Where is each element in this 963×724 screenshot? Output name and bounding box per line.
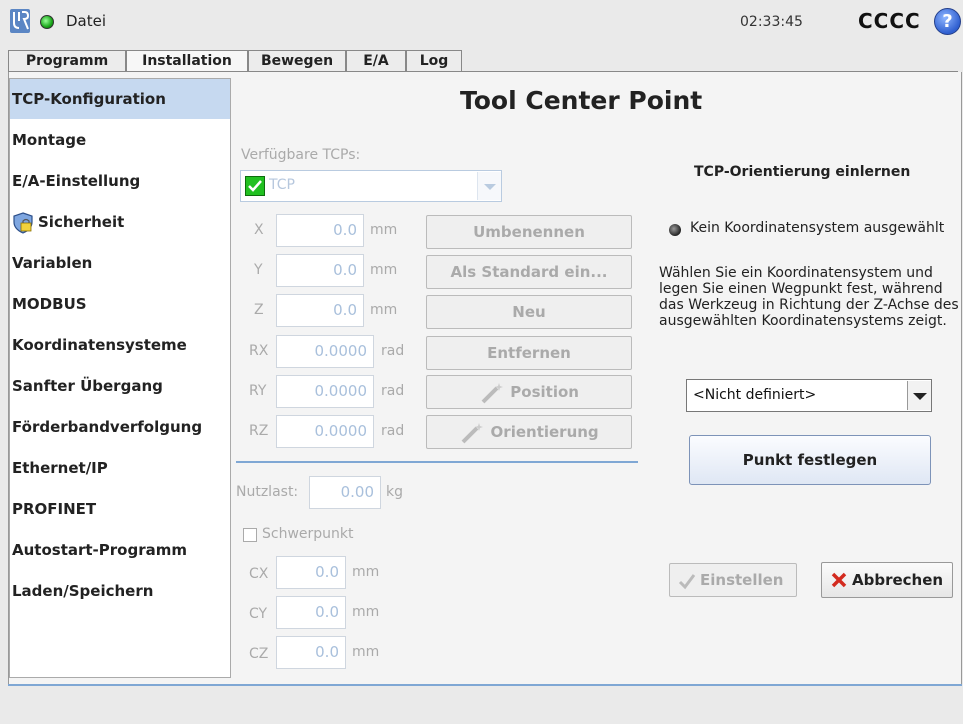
payload-label: Nutzlast: <box>236 484 299 500</box>
x-label: X <box>254 222 264 238</box>
y-label: Y <box>254 262 263 278</box>
cancel-button[interactable]: Abbrechen <box>821 562 953 598</box>
sidebar-item-io-setup[interactable]: E/A-Einstellung <box>10 161 230 201</box>
sidebar-item-label: Sicherheit <box>38 213 125 231</box>
rx-field[interactable]: 0.0000 <box>276 335 374 368</box>
file-menu[interactable]: Datei <box>66 12 106 30</box>
sidebar-item-tcp-configuration[interactable]: TCP-Konfiguration <box>10 79 230 119</box>
sidebar-item-variables[interactable]: Variablen <box>10 243 230 283</box>
cz-label: CZ <box>249 646 269 662</box>
center-of-gravity-checkbox[interactable] <box>243 528 257 542</box>
position-wizard-button[interactable]: Position <box>426 375 632 409</box>
status-indicator-icon <box>669 224 681 236</box>
instruction-text: Wählen Sie ein Koordinatensystem und leg… <box>659 265 959 329</box>
cy-label: CY <box>249 606 268 622</box>
rz-field[interactable]: 0.0000 <box>276 415 374 448</box>
cancel-label: Abbrechen <box>852 571 944 589</box>
sidebar-item-conveyor-tracking[interactable]: Förderbandverfolgung <box>10 407 230 447</box>
set-point-button[interactable]: Punkt festlegen <box>689 435 931 485</box>
tab-bewegen[interactable]: Bewegen <box>248 50 346 72</box>
rx-unit: rad <box>381 343 405 359</box>
robot-status-indicator[interactable] <box>40 15 54 29</box>
available-tcps-label: Verfügbare TCPs: <box>241 147 361 163</box>
payload-unit: kg <box>386 484 403 500</box>
checkmark-icon <box>678 574 696 590</box>
y-field[interactable]: 0.0 <box>276 254 364 287</box>
cx-unit: mm <box>352 564 380 580</box>
magic-wand-icon <box>481 382 504 403</box>
close-icon <box>831 572 847 588</box>
rx-label: RX <box>249 343 269 359</box>
cx-label: CX <box>249 566 269 582</box>
frame-status-text: Kein Koordinatensystem ausgewählt <box>690 220 945 236</box>
sidebar-item-features[interactable]: Koordinatensysteme <box>10 325 230 365</box>
rename-button[interactable]: Umbenennen <box>426 215 632 249</box>
z-field[interactable]: 0.0 <box>276 294 364 327</box>
payload-field[interactable]: 0.00 <box>309 476 381 509</box>
robot-name: CCCC <box>858 9 921 33</box>
cy-unit: mm <box>352 604 380 620</box>
y-unit: mm <box>370 262 398 278</box>
apply-button[interactable]: Einstellen <box>669 563 797 597</box>
remove-button[interactable]: Entfernen <box>426 336 632 370</box>
orientation-label: Orientierung <box>490 423 599 441</box>
feature-select[interactable]: <Nicht definiert> <box>686 379 932 412</box>
cx-field[interactable]: 0.0 <box>276 556 346 589</box>
new-button[interactable]: Neu <box>426 295 632 329</box>
sidebar-item-modbus[interactable]: MODBUS <box>10 284 230 324</box>
ur-logo-icon <box>10 9 30 33</box>
rz-label: RZ <box>249 423 269 439</box>
top-bar: Datei 02:33:45 CCCC ? <box>0 0 963 44</box>
center-of-gravity-label: Schwerpunkt <box>262 526 354 542</box>
section-divider <box>236 461 638 463</box>
sidebar-item-profinet[interactable]: PROFINET <box>10 489 230 529</box>
chevron-down-icon[interactable] <box>477 172 501 200</box>
cy-field[interactable]: 0.0 <box>276 596 346 629</box>
clock: 02:33:45 <box>740 14 803 30</box>
installation-sidebar: TCP-Konfiguration Montage E/A-Einstellun… <box>9 78 231 678</box>
orientation-wizard-button[interactable]: Orientierung <box>426 415 632 449</box>
checkmark-icon <box>245 176 265 196</box>
sidebar-item-ethernet-ip[interactable]: Ethernet/IP <box>10 448 230 488</box>
tab-log[interactable]: Log <box>406 50 462 72</box>
teach-orientation-heading: TCP-Orientierung einlernen <box>694 164 911 180</box>
position-label: Position <box>510 383 579 401</box>
ry-field[interactable]: 0.0000 <box>276 375 374 408</box>
feature-select-value: <Nicht definiert> <box>693 387 817 403</box>
tab-installation[interactable]: Installation <box>126 50 248 73</box>
sidebar-item-autostart[interactable]: Autostart-Programm <box>10 530 230 570</box>
x-field[interactable]: 0.0 <box>276 214 364 247</box>
panel-bottom-border <box>8 684 962 686</box>
tcp-select[interactable]: TCP <box>240 170 502 202</box>
safety-shield-icon <box>13 211 33 234</box>
page-title: Tool Center Point <box>460 86 703 115</box>
x-unit: mm <box>370 222 398 238</box>
sidebar-item-load-save[interactable]: Laden/Speichern <box>10 571 230 611</box>
z-unit: mm <box>370 302 398 318</box>
rz-unit: rad <box>381 423 405 439</box>
tcp-select-value: TCP <box>269 177 295 193</box>
help-button[interactable]: ? <box>934 8 961 35</box>
chevron-down-icon[interactable] <box>907 381 931 410</box>
z-label: Z <box>254 302 264 318</box>
ry-label: RY <box>249 383 267 399</box>
apply-label: Einstellen <box>700 571 784 589</box>
sidebar-item-mounting[interactable]: Montage <box>10 120 230 160</box>
tab-programm[interactable]: Programm <box>8 50 126 72</box>
magic-wand-icon <box>461 422 484 443</box>
tab-divider <box>8 71 958 72</box>
set-default-button[interactable]: Als Standard ein... <box>426 255 632 289</box>
sidebar-item-safety[interactable]: Sicherheit <box>10 202 230 242</box>
cz-field[interactable]: 0.0 <box>276 636 346 669</box>
sidebar-item-smooth-transition[interactable]: Sanfter Übergang <box>10 366 230 406</box>
ry-unit: rad <box>381 383 405 399</box>
cz-unit: mm <box>352 644 380 660</box>
tab-ea[interactable]: E/A <box>346 50 406 72</box>
